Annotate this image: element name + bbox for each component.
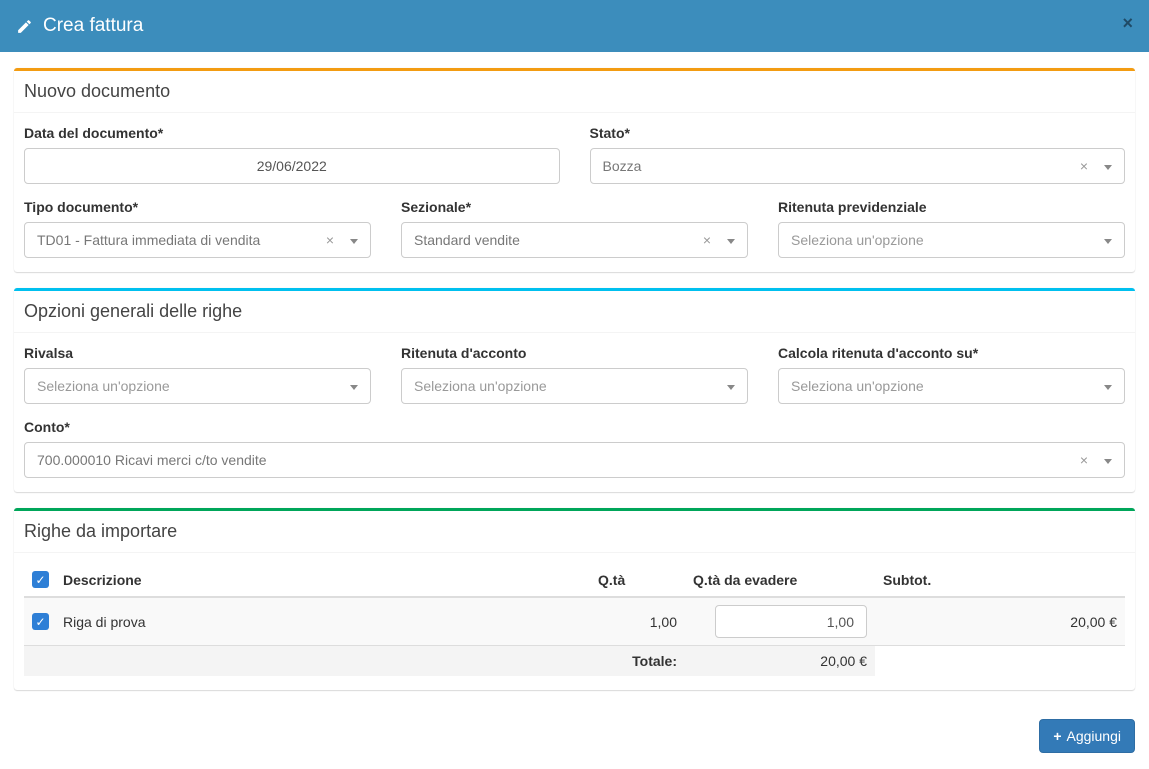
stato-select[interactable]: Bozza × [590,148,1126,184]
field-label: Conto* [24,419,1125,435]
table-header-row: ✓ Descrizione Q.tà Q.tà da evadere Subto… [24,563,1125,597]
field-ritenuta-previdenziale: Ritenuta previdenziale Seleziona un'opzi… [778,197,1125,258]
select-value: 700.000010 Ricavi merci c/to vendite [37,452,1072,468]
crea-fattura-modal: Crea fattura × Nuovo documento Data del … [0,0,1149,769]
caret-down-icon [350,385,358,390]
data-documento-input[interactable] [24,148,560,184]
modal-actions: + Aggiungi [14,706,1135,769]
caret-down-icon [1104,385,1112,390]
select-value: TD01 - Fattura immediata di vendita [37,232,318,248]
clear-icon[interactable]: × [1080,159,1088,173]
col-header-subtot: Subtot. [875,563,1125,597]
section-opzioni-generali: Opzioni generali delle righe Rivalsa Sel… [14,288,1135,492]
clear-icon[interactable]: × [326,233,334,247]
caret-down-icon [1104,239,1112,244]
select-placeholder: Seleziona un'opzione [37,378,350,394]
ritenuta-acconto-select[interactable]: Seleziona un'opzione [401,368,748,404]
select-placeholder: Seleziona un'opzione [791,378,1104,394]
ritenuta-previdenziale-select[interactable]: Seleziona un'opzione [778,222,1125,258]
field-label: Calcola ritenuta d'acconto su* [778,345,1125,361]
field-label: Rivalsa [24,345,371,361]
pencil-icon [16,18,33,35]
clear-icon[interactable]: × [703,233,711,247]
totale-label: Totale: [24,646,685,677]
section-body: Data del documento* Stato* Bozza × [14,113,1135,272]
field-rivalsa: Rivalsa Seleziona un'opzione [24,343,371,404]
aggiungi-label: Aggiungi [1067,728,1122,744]
field-label: Ritenuta d'acconto [401,345,748,361]
select-value: Standard vendite [414,232,695,248]
check-icon: ✓ [35,574,45,586]
col-header-qta: Q.tà [590,563,685,597]
section-nuovo-documento: Nuovo documento Data del documento* Stat… [14,68,1135,272]
row-checkbox[interactable]: ✓ [32,613,49,630]
sezionale-select[interactable]: Standard vendite × [401,222,748,258]
field-calcola-ritenuta: Calcola ritenuta d'acconto su* Seleziona… [778,343,1125,404]
modal-body: Nuovo documento Data del documento* Stat… [0,52,1149,769]
totale-value: 20,00 € [685,646,875,677]
select-placeholder: Seleziona un'opzione [791,232,1104,248]
plus-icon: + [1053,728,1061,744]
col-header-descrizione: Descrizione [63,572,142,588]
table-footer-row: Totale: 20,00 € [24,646,1125,677]
section-title: Nuovo documento [24,81,1125,102]
aggiungi-button[interactable]: + Aggiungi [1039,719,1135,753]
section-header: Opzioni generali delle righe [14,291,1135,333]
section-title: Righe da importare [24,521,1125,542]
field-sezionale: Sezionale* Standard vendite × [401,197,748,258]
check-icon: ✓ [35,616,45,628]
field-tipo-documento: Tipo documento* TD01 - Fattura immediata… [24,197,371,258]
select-all-checkbox[interactable]: ✓ [32,571,49,588]
table-row: ✓ Riga di prova 1,00 20,00 € [24,597,1125,646]
calcola-ritenuta-select[interactable]: Seleziona un'opzione [778,368,1125,404]
row-qta: 1,00 [590,597,685,646]
field-stato: Stato* Bozza × [590,123,1126,184]
select-value: Bozza [603,158,1072,174]
field-label: Data del documento* [24,125,560,141]
select-placeholder: Seleziona un'opzione [414,378,727,394]
clear-icon[interactable]: × [1080,453,1088,467]
caret-down-icon [727,239,735,244]
col-header-qta-da-evadere: Q.tà da evadere [685,563,875,597]
field-conto: Conto* 700.000010 Ricavi merci c/to vend… [24,417,1125,478]
qta-da-evadere-input[interactable] [715,605,867,638]
row-descrizione: Riga di prova [63,614,146,630]
field-data-documento: Data del documento* [24,123,560,184]
field-label: Stato* [590,125,1126,141]
modal-title: Crea fattura [43,15,143,37]
field-label: Ritenuta previdenziale [778,199,1125,215]
righe-table: ✓ Descrizione Q.tà Q.tà da evadere Subto… [24,563,1125,676]
caret-down-icon [350,239,358,244]
section-title: Opzioni generali delle righe [24,301,1125,322]
field-ritenuta-acconto: Ritenuta d'acconto Seleziona un'opzione [401,343,748,404]
rivalsa-select[interactable]: Seleziona un'opzione [24,368,371,404]
footer-blank-cell [875,646,1125,677]
caret-down-icon [1104,165,1112,170]
tipo-documento-select[interactable]: TD01 - Fattura immediata di vendita × [24,222,371,258]
section-header: Nuovo documento [14,71,1135,113]
section-righe-da-importare: Righe da importare ✓ Descrizione [14,508,1135,690]
field-label: Sezionale* [401,199,748,215]
section-body: ✓ Descrizione Q.tà Q.tà da evadere Subto… [14,553,1135,690]
field-label: Tipo documento* [24,199,371,215]
caret-down-icon [727,385,735,390]
modal-header: Crea fattura × [0,0,1149,52]
section-header: Righe da importare [14,511,1135,553]
row-subtot: 20,00 € [875,597,1125,646]
section-body: Rivalsa Seleziona un'opzione Ritenuta d'… [14,333,1135,492]
caret-down-icon [1104,459,1112,464]
conto-select[interactable]: 700.000010 Ricavi merci c/to vendite × [24,442,1125,478]
modal-title-wrap: Crea fattura [16,15,143,37]
close-button[interactable]: × [1122,14,1133,32]
